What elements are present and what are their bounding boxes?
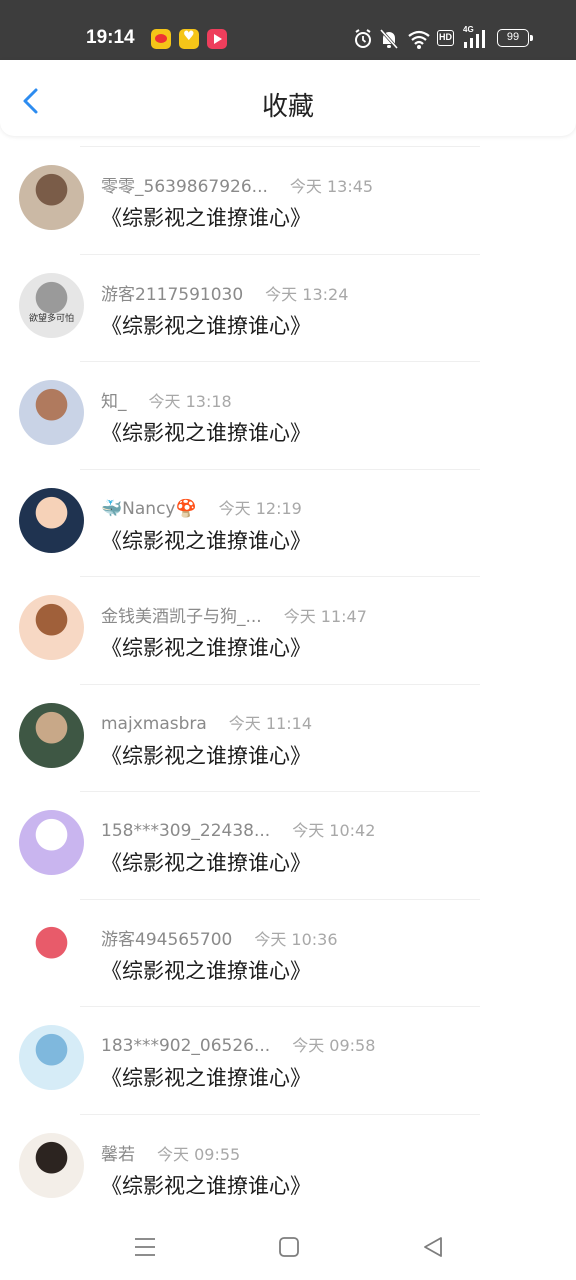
timestamp: 今天 11:14 [228,713,312,733]
menu-icon[interactable] [132,1234,158,1260]
book-title[interactable]: 《综影视之谁撩谁心》 [101,417,311,447]
username[interactable]: 游客494565700 [101,930,232,950]
username[interactable]: 游客2117591030 [101,285,243,305]
timestamp: 今天 12:19 [218,498,302,518]
timestamp: 今天 10:42 [292,821,376,840]
avatar[interactable]: 欲望多可怕 [19,272,84,338]
item-meta: 183***902_06526... 今天 09:58 [101,1032,375,1056]
avatar[interactable] [19,165,84,230]
book-title[interactable]: 《综影视之谁撩谁心》 [101,310,311,340]
favorites-list: 零零_5639867926... 今天 13:45 《综影视之谁撩谁心》 欲望多可怕游… [0,146,576,1221]
item-meta: 158***309_22438... 今天 10:42 [101,817,375,841]
username[interactable]: 金钱美酒凯子与狗_... [101,607,262,627]
item-meta: 游客2117591030 今天 13:24 [101,280,348,305]
item-meta: 金钱美酒凯子与狗_... 今天 11:47 [101,602,367,627]
avatar[interactable] [19,380,84,445]
row-divider [80,683,480,685]
list-item[interactable]: 零零_5639867926... 今天 13:45 《综影视之谁撩谁心》 [0,146,576,254]
list-item[interactable]: 知_ 今天 13:18 《综影视之谁撩谁心》 [0,361,576,469]
row-divider [80,898,480,900]
username[interactable]: 158***309_22438... [101,821,270,841]
row-divider [80,361,480,362]
timestamp: 今天 09:55 [157,1144,241,1164]
username[interactable]: 知_ [101,392,127,412]
wifi-icon [408,30,430,49]
header: 收藏 [0,60,576,136]
weibo-icon [151,29,171,49]
avatar[interactable] [19,917,84,983]
timestamp: 今天 13:45 [289,177,374,196]
home-square-icon[interactable] [276,1234,302,1260]
book-title[interactable]: 《综影视之谁撩谁心》 [101,525,311,555]
video-app-icon [207,29,227,49]
book-title[interactable]: 《综影视之谁撩谁心》 [101,740,311,770]
timestamp: 今天 09:58 [292,1036,376,1055]
row-divider [80,1113,480,1115]
row-divider [80,253,480,255]
item-meta: 馨若 今天 09:55 [101,1140,240,1165]
list-item[interactable]: majxmasbra 今天 11:14 《综影视之谁撩谁心》 [0,683,576,792]
timestamp: 今天 13:18 [148,392,232,411]
avatar[interactable] [19,702,84,768]
back-triangle-icon[interactable] [420,1234,446,1260]
username[interactable]: 馨若 [101,1145,135,1165]
book-title[interactable]: 《综影视之谁撩谁心》 [101,847,311,877]
avatar[interactable] [19,595,84,660]
hd-icon: HD [437,30,454,46]
list-item[interactable]: 183***902_06526... 今天 09:58 《综影视之谁撩谁心》 [0,1006,576,1114]
list-item[interactable]: 游客494565700 今天 10:36 《综影视之谁撩谁心》 [0,898,576,1007]
item-meta: 知_ 今天 13:18 [101,387,232,412]
system-nav-bar [0,1216,576,1280]
alarm-icon [355,29,371,48]
book-title[interactable]: 《综影视之谁撩谁心》 [101,632,311,662]
avatar[interactable] [19,1025,84,1090]
list-item[interactable]: 金钱美酒凯子与狗_... 今天 11:47 《综影视之谁撩谁心》 [0,576,576,684]
row-divider [80,576,480,577]
status-time: 19:14 [86,27,135,48]
avatar[interactable] [19,1132,84,1198]
username[interactable]: majxmasbra [101,714,207,734]
timestamp: 今天 10:36 [254,929,338,949]
username[interactable]: 零零_5639867926... [101,177,268,197]
avatar[interactable] [19,810,84,875]
item-meta: 🐳Nancy🍄 今天 12:19 [101,495,302,519]
username[interactable]: 183***902_06526... [101,1036,270,1056]
heart-app-icon [179,29,199,49]
row-divider [80,1006,480,1007]
book-title[interactable]: 《综影视之谁撩谁心》 [101,955,311,985]
book-title[interactable]: 《综影视之谁撩谁心》 [101,202,311,232]
row-divider [80,468,480,470]
book-title[interactable]: 《综影视之谁撩谁心》 [101,1170,311,1200]
item-meta: 零零_5639867926... 今天 13:45 [101,172,373,197]
row-divider [80,791,480,792]
list-item[interactable]: 馨若 今天 09:55 《综影视之谁撩谁心》 [0,1113,576,1222]
battery-icon: 99 [497,29,533,47]
timestamp: 今天 13:24 [265,284,349,304]
list-item[interactable]: 🐳Nancy🍄 今天 12:19 《综影视之谁撩谁心》 [0,468,576,577]
row-divider [80,146,480,147]
signal-icon [464,30,485,48]
avatar-caption: 欲望多可怕 [28,313,74,324]
status-bar: 19:14 HD 4G 99 [0,0,576,60]
username[interactable]: 🐳Nancy🍄 [101,499,197,519]
list-item[interactable]: 158***309_22438... 今天 10:42 《综影视之谁撩谁心》 [0,791,576,899]
item-meta: 游客494565700 今天 10:36 [101,925,338,950]
mute-icon [379,29,399,49]
avatar[interactable] [19,487,84,553]
page-title: 收藏 [261,92,314,122]
timestamp: 今天 11:47 [283,607,367,626]
book-title[interactable]: 《综影视之谁撩谁心》 [101,1062,311,1092]
list-item[interactable]: 欲望多可怕 游客2117591030 今天 13:24 《综影视之谁撩谁心》 [0,253,576,362]
battery-level: 99 [506,31,520,43]
item-meta: majxmasbra 今天 11:14 [101,710,312,734]
